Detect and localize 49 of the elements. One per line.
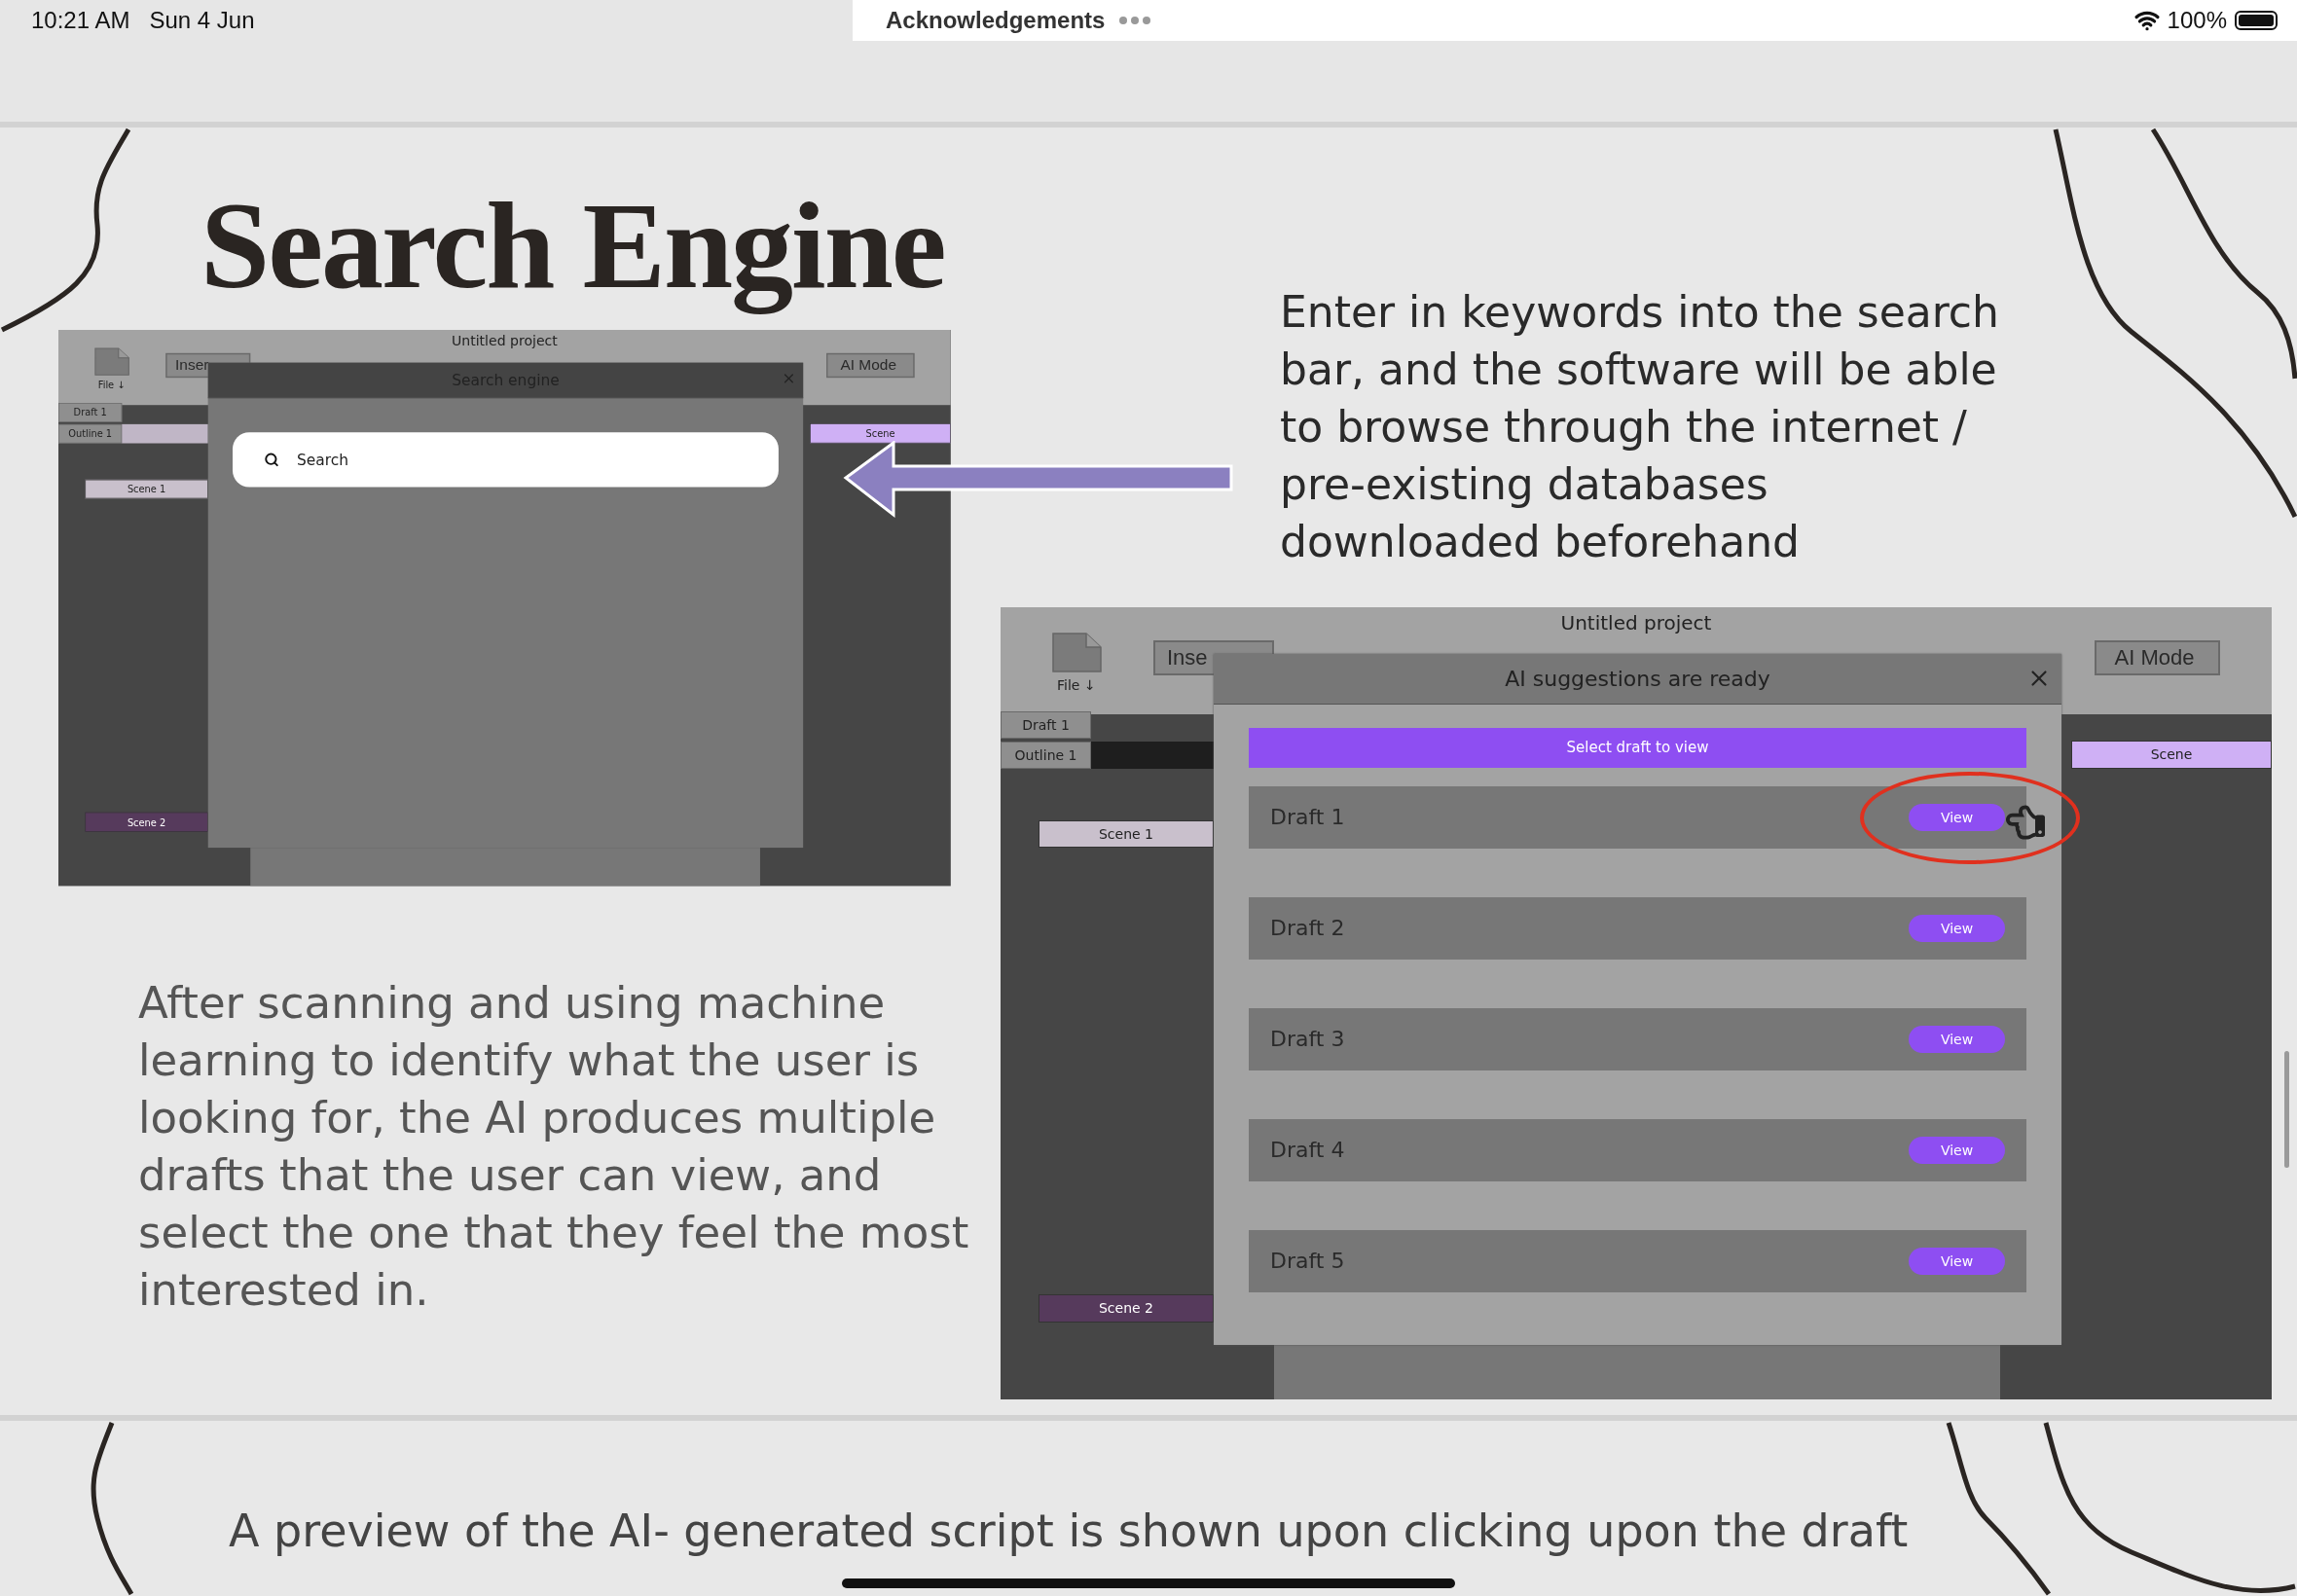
draft-row[interactable]: Draft 2 View (1249, 896, 2026, 960)
more-icon[interactable] (1118, 16, 1152, 25)
draft-label: Draft 4 (1270, 1138, 1345, 1163)
search-field[interactable]: Search (233, 432, 779, 488)
scene-block[interactable]: Scene (2071, 740, 2272, 769)
ai-mode-button[interactable]: AI Mode (826, 352, 915, 379)
search-icon (264, 452, 279, 467)
scene-block[interactable]: Scene 2 (85, 812, 208, 832)
scene-block[interactable]: Scene 2 (1039, 1293, 1214, 1323)
select-draft-banner: Select draft to view (1249, 727, 2026, 768)
draft-label: Draft 1 (1270, 805, 1345, 830)
description-text: After scanning and using machine learning to identify what the user is looking for, the AI produces multiple drafts that the user can view, and select the one that they feel the most interested in. (138, 975, 970, 1318)
scene-block[interactable]: Scene 1 (85, 479, 208, 499)
caption-text: A preview of the AI- generated script is shown upon clicking upon the draft (229, 1505, 1909, 1558)
draft-row[interactable]: Draft 1 View (1249, 785, 2026, 849)
dialog-title: AI suggestions are ready (1505, 666, 1770, 691)
file-label[interactable]: File ↓ (1057, 676, 1096, 693)
draft-row[interactable]: Draft 4 View (1249, 1118, 2026, 1181)
draft-row[interactable]: Draft 5 View (1249, 1229, 2026, 1292)
scene-block[interactable]: Scene 1 (1039, 819, 1214, 848)
description-text: Enter in keywords into the search bar, and the software will be able to browse through the internet / pre-existing databases downloaded beforehand (1280, 285, 2000, 568)
file-icon[interactable] (93, 346, 130, 377)
file-icon[interactable] (1051, 631, 1103, 673)
project-title: Untitled project (1560, 610, 1712, 635)
search-placeholder: Search (297, 451, 349, 469)
draft-label: Draft 5 (1270, 1249, 1345, 1274)
view-button[interactable]: View (1909, 1136, 2005, 1164)
document-tab[interactable]: Draft 1 (58, 403, 123, 422)
slide-title: Search Engine (201, 174, 945, 316)
document-title: Acknowledgements (886, 7, 1106, 34)
document-tab[interactable]: Draft 1 (1001, 710, 1091, 739)
project-title: Untitled project (452, 332, 558, 349)
draft-label: Draft 3 (1270, 1027, 1345, 1052)
draft-row[interactable]: Draft 3 View (1249, 1007, 2026, 1070)
draft-label: Draft 2 (1270, 916, 1345, 941)
view-button[interactable]: View (1909, 1025, 2005, 1053)
view-button[interactable]: View (1909, 1247, 2005, 1275)
battery-percentage: 100% (2167, 7, 2227, 34)
status-time: 10:21 AM (31, 7, 130, 34)
document-tab[interactable]: Outline 1 (58, 423, 123, 444)
file-label[interactable]: File ↓ (97, 379, 126, 390)
left-arrow-icon (843, 440, 1234, 519)
scene-block[interactable]: Scene (810, 423, 951, 444)
ai-mode-button[interactable]: AI Mode (2095, 639, 2220, 675)
battery-icon (2235, 11, 2278, 30)
view-button[interactable]: View (1909, 914, 2005, 942)
document-tab[interactable]: Outline 1 (1001, 741, 1091, 769)
view-button[interactable]: View (1909, 803, 2005, 831)
status-date: Sun 4 Jun (149, 7, 255, 34)
